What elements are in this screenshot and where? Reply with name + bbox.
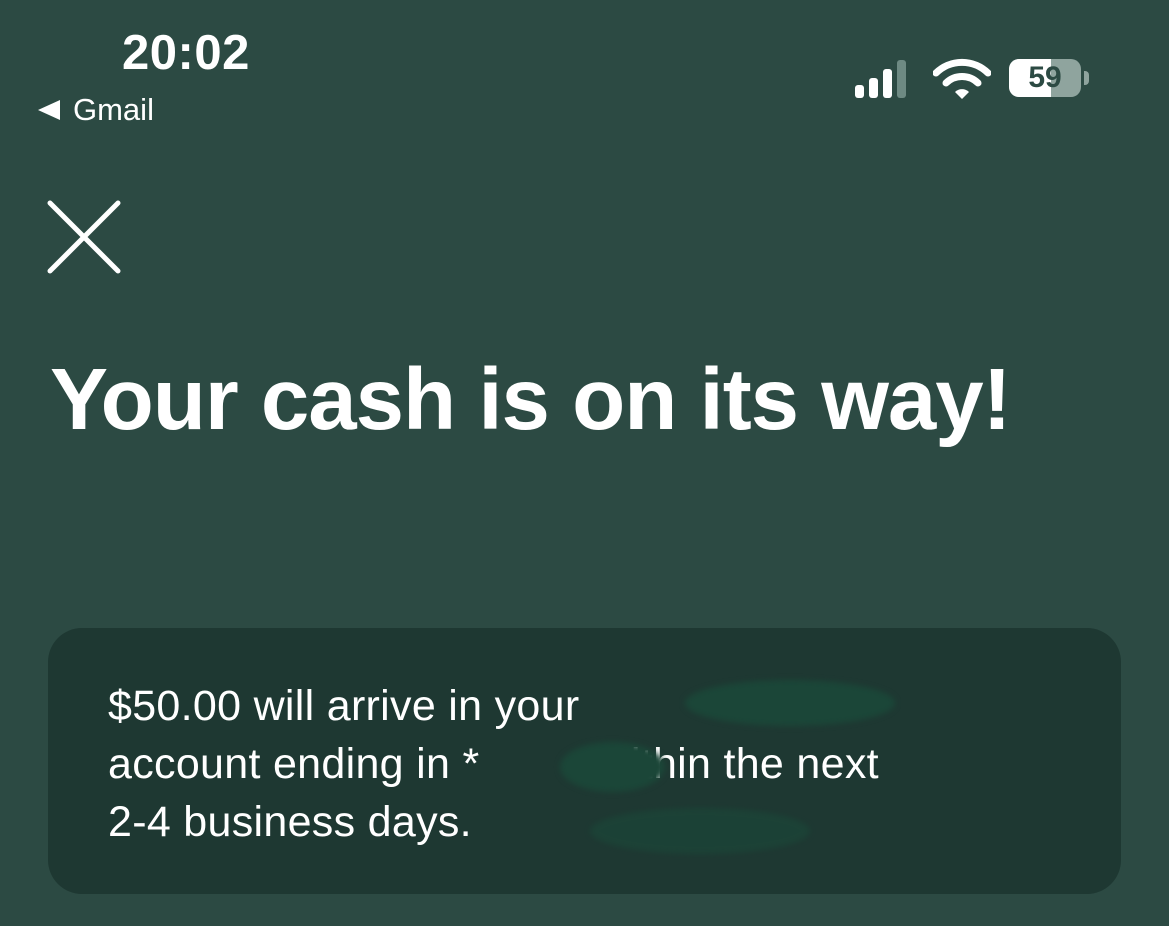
redaction-mark [560, 742, 665, 792]
back-arrow-icon [38, 100, 60, 120]
cellular-signal-icon [855, 58, 917, 98]
wifi-icon [933, 58, 991, 99]
redaction-mark [590, 808, 810, 854]
close-icon [47, 200, 121, 274]
back-label: Gmail [73, 92, 154, 127]
battery-icon: 59 [1009, 59, 1081, 97]
status-time: 20:02 [122, 26, 250, 80]
battery-percent: 59 [1028, 61, 1062, 94]
battery-tip [1084, 71, 1089, 85]
message-line-2-start: account ending in * [108, 740, 480, 788]
signal-bar [855, 85, 864, 98]
message-line-3: 2-4 business days. [108, 798, 472, 846]
redaction-mark [685, 680, 895, 726]
signal-bar [883, 69, 892, 98]
close-button[interactable] [40, 193, 128, 281]
back-to-gmail-link[interactable]: Gmail [38, 92, 154, 128]
message-line-1: $50.00 will arrive in your [108, 682, 580, 730]
page-title: Your cash is on its way! [50, 351, 1012, 448]
signal-bar [869, 78, 878, 98]
signal-bar [897, 60, 906, 98]
